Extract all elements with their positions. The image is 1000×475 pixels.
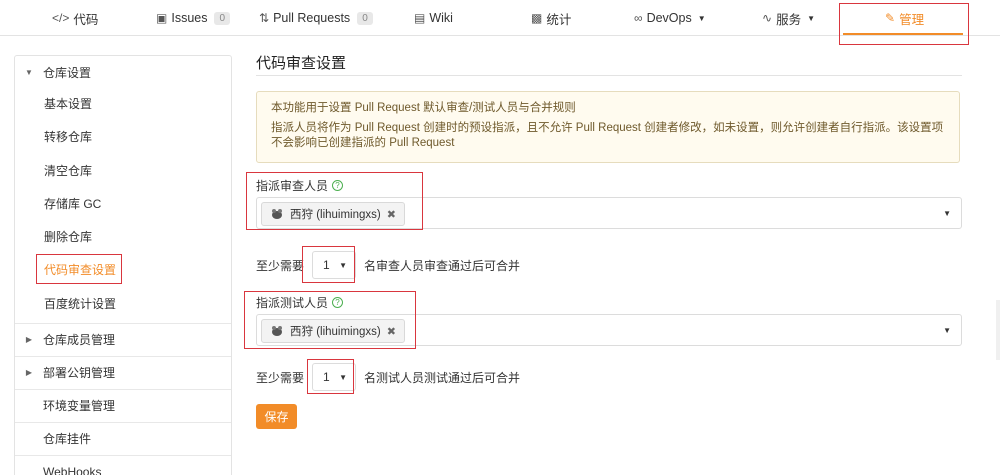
- test-suffix: 名测试人员测试通过后可合并: [364, 370, 521, 385]
- avatar-icon: [272, 326, 282, 336]
- nav-tab-stats-label: 统计: [546, 12, 572, 27]
- sidebar-item-env-vars[interactable]: 环境变量管理: [15, 389, 231, 422]
- nav-tab-issues-label: Issues: [171, 11, 208, 25]
- page-title: 代码审查设置: [256, 55, 347, 72]
- test-count-row: 至少需要 1 ▼ 名测试人员测试通过后可合并: [256, 363, 520, 391]
- caret-down-icon: ▼: [697, 13, 706, 23]
- triangle-right-icon: ▶: [25, 335, 33, 344]
- pulse-icon: ∿: [762, 11, 773, 25]
- sidebar-item-transfer[interactable]: 转移仓库: [15, 120, 231, 153]
- book-icon: ▤: [414, 11, 426, 25]
- nav-tab-wiki[interactable]: ▤ Wiki: [414, 0, 453, 36]
- scrollbar[interactable]: [996, 300, 1000, 360]
- save-button[interactable]: 保存: [256, 404, 297, 429]
- sidebar-item-webhooks[interactable]: WebHooks: [15, 455, 231, 475]
- bar-chart-icon: ▩: [531, 11, 543, 25]
- remove-tag-icon[interactable]: ✖: [387, 325, 396, 338]
- reviewer-tag-label: 西狩 (lihuimingxs): [290, 209, 381, 221]
- test-count-select[interactable]: 1 ▼: [312, 363, 357, 391]
- nav-tab-code-label: 代码: [73, 12, 99, 27]
- nav-tab-devops-label: DevOps: [646, 11, 692, 25]
- review-count-row: 至少需要 1 ▼ 名审查人员审查通过后可合并: [256, 251, 520, 279]
- review-count-select[interactable]: 1 ▼: [312, 251, 357, 279]
- tester-label: 指派测试人员 ?: [256, 294, 344, 311]
- sidebar-group-deploy-keys[interactable]: ▶ 部署公钥管理: [15, 356, 231, 389]
- remove-tag-icon[interactable]: ✖: [387, 208, 396, 221]
- triangle-right-icon: ▶: [25, 368, 33, 377]
- sidebar-item-clear[interactable]: 清空仓库: [15, 154, 231, 187]
- nav-tab-code[interactable]: </> 代码: [52, 0, 98, 36]
- dropdown-arrow-icon: ▼: [943, 326, 951, 335]
- title-divider: [256, 75, 962, 76]
- review-count-value: 1: [323, 258, 330, 272]
- review-prefix: 至少需要: [256, 258, 305, 273]
- avatar-icon: [272, 209, 282, 219]
- infinity-icon: ∞: [634, 11, 643, 25]
- notice-line-2: 指派人员将作为 Pull Request 创建时的预设指派，且不允许 Pull …: [271, 122, 944, 149]
- issues-icon: ▣: [156, 11, 168, 25]
- sidebar: ▼ 仓库设置 基本设置 转移仓库 清空仓库 存储库 GC 删除仓库 代码审查设置…: [14, 55, 232, 475]
- pull-request-icon: ⇅: [259, 11, 270, 25]
- help-icon[interactable]: ?: [332, 180, 344, 191]
- sidebar-item-plugins[interactable]: 仓库挂件: [15, 422, 231, 455]
- tester-tag: 西狩 (lihuimingxs) ✖: [261, 319, 405, 343]
- nav-tab-wiki-label: Wiki: [429, 11, 453, 25]
- sidebar-group-label: 部署公钥管理: [43, 366, 116, 380]
- reviewer-tag: 西狩 (lihuimingxs) ✖: [261, 202, 405, 226]
- sidebar-group-label: 仓库成员管理: [43, 333, 116, 347]
- tester-label-text: 指派测试人员: [256, 296, 329, 310]
- sidebar-group-label: 仓库设置: [43, 66, 92, 80]
- dropdown-arrow-icon: ▼: [943, 209, 951, 218]
- nav-tab-devops[interactable]: ∞ DevOps ▼: [634, 0, 706, 36]
- nav-tab-pull-requests-label: Pull Requests: [273, 11, 351, 25]
- dropdown-arrow-icon: ▼: [339, 260, 348, 270]
- sidebar-item-basic[interactable]: 基本设置: [15, 87, 231, 120]
- info-notice: 本功能用于设置 Pull Request 默认审查/测试人员与合并规则 指派人员…: [256, 91, 960, 163]
- sidebar-group-repo-settings[interactable]: ▼ 仓库设置: [15, 56, 231, 89]
- active-tab-underline: [843, 33, 963, 35]
- nav-tab-pull-requests[interactable]: ⇅ Pull Requests 0: [259, 0, 373, 36]
- reviewer-label: 指派审查人员 ?: [256, 177, 344, 194]
- nav-tab-stats[interactable]: ▩ 统计: [531, 0, 571, 36]
- settings-doc-icon: ✎: [885, 11, 896, 25]
- sidebar-item-gc[interactable]: 存储库 GC: [15, 187, 231, 220]
- nav-tab-manage-label: 管理: [899, 12, 925, 27]
- nav-tab-services-label: 服务: [776, 12, 802, 27]
- pr-count-badge: 0: [357, 11, 373, 25]
- code-icon: </>: [52, 11, 70, 25]
- sidebar-item-delete[interactable]: 删除仓库: [15, 220, 231, 253]
- sidebar-item-baidu-stats[interactable]: 百度统计设置: [15, 287, 231, 320]
- nav-tab-services[interactable]: ∿ 服务 ▼: [762, 0, 815, 36]
- triangle-down-icon: ▼: [25, 68, 33, 77]
- reviewer-label-text: 指派审查人员: [256, 179, 329, 193]
- dropdown-arrow-icon: ▼: [339, 372, 348, 382]
- help-icon[interactable]: ?: [332, 297, 344, 308]
- reviewer-select[interactable]: 西狩 (lihuimingxs) ✖ ▼: [256, 197, 962, 229]
- top-nav: </> 代码 ▣ Issues 0 ⇅ Pull Requests 0 ▤ Wi…: [0, 0, 1000, 36]
- caret-down-icon: ▼: [807, 13, 815, 23]
- test-prefix: 至少需要: [256, 370, 305, 385]
- sidebar-group-members[interactable]: ▶ 仓库成员管理: [15, 323, 231, 356]
- issues-count-badge: 0: [214, 11, 231, 25]
- test-count-value: 1: [323, 370, 330, 384]
- nav-tab-manage[interactable]: ✎ 管理: [885, 0, 924, 36]
- tester-select[interactable]: 西狩 (lihuimingxs) ✖ ▼: [256, 314, 962, 346]
- nav-tab-issues[interactable]: ▣ Issues 0: [156, 0, 231, 36]
- sidebar-item-code-review[interactable]: 代码审查设置: [15, 253, 231, 286]
- notice-line-1: 本功能用于设置 Pull Request 默认审查/测试人员与合并规则: [271, 102, 576, 114]
- tester-tag-label: 西狩 (lihuimingxs): [290, 326, 381, 338]
- review-suffix: 名审查人员审查通过后可合并: [364, 258, 521, 273]
